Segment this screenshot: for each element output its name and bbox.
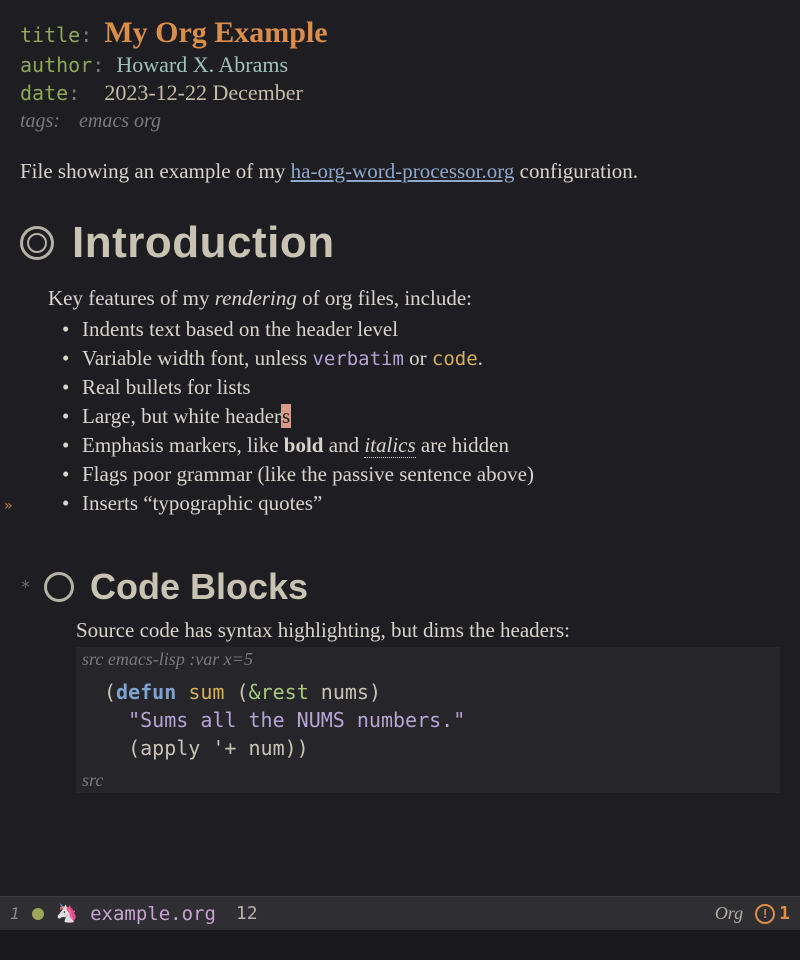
fringe-indicator-icon: »	[4, 498, 12, 514]
org-star-marker: *	[20, 577, 28, 598]
text-cursor: s	[281, 404, 291, 428]
list-item: Variable width font, unless verbatim or …	[62, 346, 780, 371]
meta-key-title: title	[20, 23, 80, 47]
src-intro-paragraph: Source code has syntax highlighting, but…	[76, 618, 780, 643]
list-item: Large, but white headers	[62, 404, 780, 429]
meta-title-line: title: My Org Example	[20, 16, 780, 50]
meta-date-line: date: 2023-12-22 December	[20, 80, 780, 106]
document-title: My Org Example	[104, 16, 327, 49]
modified-indicator-icon	[32, 908, 44, 920]
heading-2-text: Code Blocks	[90, 566, 308, 608]
flycheck-warning[interactable]: ! 1	[755, 903, 790, 924]
meta-author-line: author: Howard X. Abrams	[20, 52, 780, 78]
list-item: Inserts “typographic quotes”	[62, 491, 780, 516]
intro-paragraph: File showing an example of my ha-org-wor…	[20, 159, 780, 184]
heading-introduction: Introduction	[20, 218, 780, 268]
list-item: Emphasis markers, like bold and italics …	[62, 433, 780, 458]
list-item: Flags poor grammar (like the passive sen…	[62, 462, 780, 487]
document-tags: emacs org	[79, 110, 161, 132]
document-date: 2023-12-22 December	[104, 80, 303, 105]
workspace-number[interactable]: 1	[10, 904, 20, 923]
major-mode[interactable]: Org	[715, 903, 743, 924]
heading-code-blocks: * Code Blocks	[20, 566, 780, 608]
document-author: Howard X. Abrams	[116, 52, 288, 77]
editor-buffer[interactable]: title: My Org Example author: Howard X. …	[0, 0, 800, 895]
warning-icon: !	[755, 904, 775, 924]
buffer-filename[interactable]: example.org	[90, 903, 216, 925]
unicorn-icon: 🦄	[56, 903, 78, 924]
warning-count: 1	[779, 903, 790, 924]
minibuffer[interactable]	[0, 930, 800, 960]
features-lead: Key features of my rendering of org file…	[48, 286, 780, 311]
modeline[interactable]: 1 🦄 example.org 12 Org ! 1	[0, 896, 800, 930]
code-text: code	[432, 348, 478, 370]
src-block-header: src emacs-lisp :var x=5	[76, 647, 780, 672]
features-list: Indents text based on the header level V…	[62, 317, 780, 516]
src-block-footer: src	[76, 768, 780, 793]
list-item: Indents text based on the header level	[62, 317, 780, 342]
verbatim-text: verbatim	[312, 348, 404, 370]
heading-bullet-icon	[44, 572, 74, 602]
meta-key-tags: tags:	[20, 110, 60, 132]
config-link[interactable]: ha-org-word-processor.org	[291, 159, 515, 183]
meta-key-date: date	[20, 81, 68, 105]
heading-1-text: Introduction	[72, 218, 335, 268]
meta-tags-line: tags: emacs org	[20, 110, 780, 133]
list-item: Real bullets for lists	[62, 375, 780, 400]
meta-key-author: author	[20, 53, 92, 77]
line-number: 12	[236, 903, 258, 924]
src-block-body: (defun sum (&rest nums) "Sums all the NU…	[76, 672, 780, 768]
heading-bullet-icon	[20, 226, 54, 260]
